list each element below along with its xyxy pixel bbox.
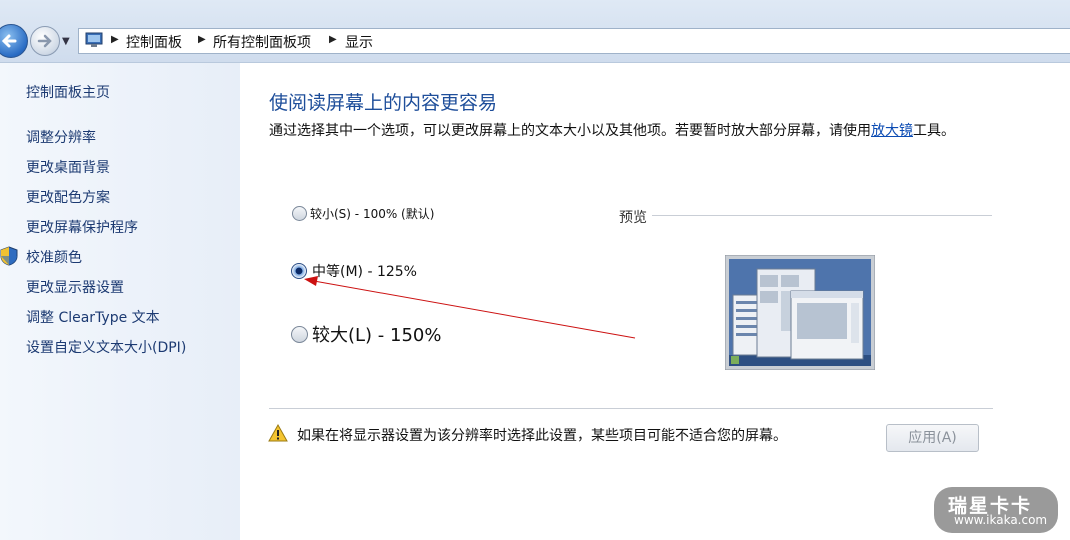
address-bar[interactable]: ▶ 控制面板 ▶ 所有控制面板项 ▶ 显示 (78, 28, 1070, 54)
option-medium-label[interactable]: 中等(M) - 125% (312, 261, 417, 281)
preview-image (725, 255, 875, 370)
sidebar-item-resolution[interactable]: 调整分辨率 (26, 127, 96, 147)
recent-pages-chevron-icon[interactable]: ▼ (62, 36, 70, 47)
option-medium-radio[interactable] (291, 263, 307, 279)
page-description: 通过选择其中一个选项，可以更改屏幕上的文本大小以及其他项。若要暂时放大部分屏幕，… (269, 120, 989, 142)
apply-button[interactable]: 应用(A) (886, 424, 979, 452)
back-arrow-icon (1, 34, 17, 48)
breadcrumb-separator-icon: ▶ (111, 34, 119, 45)
address-toolbar: ▼ ▶ 控制面板 ▶ 所有控制面板项 ▶ 显示 (0, 0, 1070, 63)
page-title: 使阅读屏幕上的内容更容易 (269, 92, 498, 114)
sidebar-item-calibrate-color[interactable]: 校准颜色 (26, 247, 82, 267)
warning-icon (268, 424, 288, 442)
sidebar-item-background[interactable]: 更改桌面背景 (26, 157, 110, 177)
sidebar-item-color-scheme[interactable]: 更改配色方案 (26, 187, 110, 207)
watermark-url: www.ikaka.com (954, 513, 1048, 527)
preview-label: 预览 (619, 210, 647, 226)
description-text-end: 工具。 (913, 123, 955, 139)
magnifier-link[interactable]: 放大镜 (871, 123, 913, 139)
breadcrumb-control-panel[interactable]: 控制面板 (126, 32, 182, 52)
option-large-radio[interactable] (291, 326, 308, 343)
sidebar-item-screensaver[interactable]: 更改屏幕保护程序 (26, 217, 138, 237)
watermark-logo: 瑞星卡卡 www.ikaka.com (934, 487, 1058, 533)
option-small-radio[interactable] (292, 206, 307, 221)
back-button[interactable] (0, 24, 28, 58)
control-panel-icon (85, 32, 103, 47)
preview-divider (652, 215, 992, 216)
breadcrumb-display[interactable]: 显示 (345, 32, 373, 52)
breadcrumb-all-items[interactable]: 所有控制面板项 (213, 32, 311, 52)
forward-arrow-icon (37, 34, 52, 48)
option-large-label[interactable]: 较大(L) - 150% (312, 321, 441, 347)
warning-text: 如果在将显示器设置为该分辨率时选择此设置，某些项目可能不适合您的屏幕。 (297, 428, 787, 444)
sidebar-item-custom-dpi[interactable]: 设置自定义文本大小(DPI) (26, 337, 186, 357)
section-divider (269, 408, 993, 409)
description-text: 通过选择其中一个选项，可以更改屏幕上的文本大小以及其他项。若要暂时放大部分屏幕，… (269, 123, 871, 139)
forward-button[interactable] (30, 26, 60, 56)
breadcrumb-separator-icon: ▶ (198, 34, 206, 45)
uac-shield-icon (0, 246, 18, 266)
option-small-label[interactable]: 较小(S) - 100% (默认) (310, 205, 434, 222)
sidebar: 控制面板主页 调整分辨率 更改桌面背景 更改配色方案 更改屏幕保护程序 校准颜色… (0, 63, 240, 540)
sidebar-item-home[interactable]: 控制面板主页 (26, 82, 110, 102)
sidebar-item-display-settings[interactable]: 更改显示器设置 (26, 277, 124, 297)
breadcrumb-separator-icon: ▶ (329, 34, 337, 45)
sidebar-item-cleartype[interactable]: 调整 ClearType 文本 (26, 307, 160, 327)
